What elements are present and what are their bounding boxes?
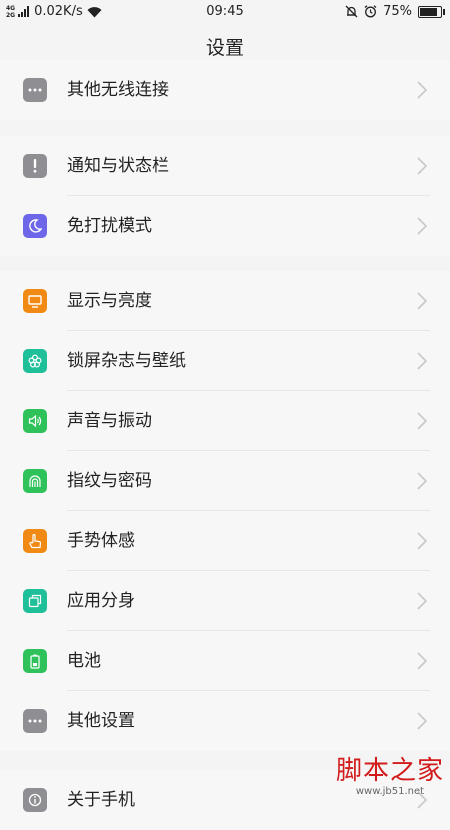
chevron-right-icon: [417, 217, 428, 235]
settings-item-label: 声音与振动: [67, 411, 152, 431]
settings-item-label: 指纹与密码: [67, 471, 152, 491]
chevron-right-icon: [417, 157, 428, 175]
settings-item-label: 免打扰模式: [67, 216, 152, 236]
chevron-right-icon: [417, 81, 428, 99]
status-bar: 4G 2G 0.02K/s 09:45 75%: [0, 0, 450, 24]
settings-group-wireless: 其他无线连接: [0, 60, 450, 120]
info-icon: [23, 788, 47, 812]
watermark-url: www.jb51.net: [355, 786, 425, 797]
chevron-right-icon: [417, 292, 428, 310]
watermark: 脚本之家 www.jb51.net: [336, 756, 444, 798]
settings-item-fingerprint-password[interactable]: 指纹与密码: [0, 451, 450, 511]
settings-item-label: 电池: [67, 651, 101, 671]
more-dots-icon: [23, 78, 47, 102]
app-clone-icon: [23, 589, 47, 613]
settings-item-label: 显示与亮度: [67, 291, 152, 311]
more-dots-icon: [23, 709, 47, 733]
settings-item-gestures[interactable]: 手势体感: [0, 511, 450, 571]
exclamation-icon: [23, 154, 47, 178]
settings-item-display[interactable]: 显示与亮度: [0, 271, 450, 331]
fingerprint-icon: [23, 469, 47, 493]
settings-item-label: 其他无线连接: [67, 80, 169, 100]
settings-item-label: 手势体感: [67, 531, 135, 551]
settings-item-app-clone[interactable]: 应用分身: [0, 571, 450, 631]
settings-item-lockscreen-wallpaper[interactable]: 锁屏杂志与壁纸: [0, 331, 450, 391]
settings-item-label: 其他设置: [67, 711, 135, 731]
chevron-right-icon: [417, 712, 428, 730]
settings-item-sound-vibration[interactable]: 声音与振动: [0, 391, 450, 451]
battery-icon: [23, 649, 47, 673]
chevron-right-icon: [417, 652, 428, 670]
settings-item-label: 锁屏杂志与壁纸: [67, 351, 186, 371]
chevron-right-icon: [417, 532, 428, 550]
battery-status-icon: [418, 5, 445, 18]
settings-group-notifications: 通知与状态栏 免打扰模式: [0, 136, 450, 256]
chevron-right-icon: [417, 352, 428, 370]
battery-percent: 75%: [383, 4, 412, 19]
flower-icon: [23, 349, 47, 373]
settings-item-other-wireless[interactable]: 其他无线连接: [0, 60, 450, 120]
status-right: 75%: [345, 4, 445, 19]
chevron-right-icon: [417, 412, 428, 430]
hand-icon: [23, 529, 47, 553]
settings-item-label: 关于手机: [67, 790, 135, 810]
settings-item-battery[interactable]: 电池: [0, 631, 450, 691]
alarm-icon: [364, 5, 377, 18]
watermark-logo: 脚本之家: [335, 756, 444, 786]
settings-item-label: 应用分身: [67, 591, 135, 611]
settings-item-notifications[interactable]: 通知与状态栏: [0, 136, 450, 196]
settings-item-label: 通知与状态栏: [67, 156, 169, 176]
monitor-icon: [23, 289, 47, 313]
speaker-icon: [23, 409, 47, 433]
mute-bell-icon: [345, 5, 358, 18]
chevron-right-icon: [417, 592, 428, 610]
settings-group-device: 显示与亮度 锁屏杂志与壁纸 声音与振动 指纹与密码 手势体感 应用分身 电池 其…: [0, 271, 450, 751]
settings-item-other-settings[interactable]: 其他设置: [0, 691, 450, 751]
chevron-right-icon: [417, 472, 428, 490]
moon-icon: [23, 214, 47, 238]
settings-item-do-not-disturb[interactable]: 免打扰模式: [0, 196, 450, 256]
